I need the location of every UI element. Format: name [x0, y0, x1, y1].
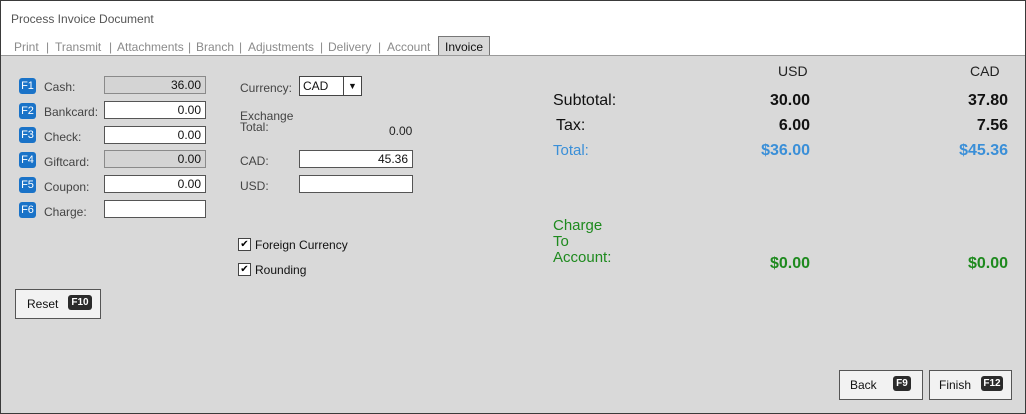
- total-cad: $45.36: [959, 142, 1008, 159]
- charge-label-line3: Account:: [553, 249, 612, 266]
- coupon-field[interactable]: 0.00: [104, 175, 206, 193]
- cad-column-header: CAD: [970, 63, 1000, 79]
- back-button[interactable]: Back F9: [839, 370, 923, 400]
- bankcard-field[interactable]: 0.00: [104, 101, 206, 119]
- usd-field[interactable]: [299, 175, 413, 193]
- fkey-badge: F2: [19, 103, 36, 119]
- title-bar: Process Invoice Document: [1, 1, 1025, 35]
- tab-separator: |: [320, 40, 324, 54]
- usd-column-header: USD: [778, 63, 808, 79]
- fkey-badge: F3: [19, 127, 36, 143]
- currency-label: Currency:: [240, 81, 293, 95]
- tab-separator: |: [46, 40, 50, 54]
- tab-transmit[interactable]: Transmit: [55, 40, 101, 54]
- exchange-label: Exchange Total:: [240, 110, 293, 134]
- giftcard-field[interactable]: 0.00: [104, 150, 206, 168]
- tax-cad: 7.56: [976, 117, 1008, 134]
- currency-select[interactable]: CAD ▼: [299, 76, 362, 96]
- cash-label: Cash:: [44, 80, 76, 94]
- fkey-badge: F4: [19, 152, 36, 168]
- rounding-label: Rounding: [255, 263, 307, 277]
- tax-label: Tax:: [556, 117, 586, 134]
- tab-branch[interactable]: Branch: [196, 40, 234, 54]
- foreign-currency-label: Foreign Currency: [255, 238, 348, 252]
- foreign-currency-checkbox[interactable]: ✔: [238, 238, 251, 251]
- back-button-label: Back: [850, 378, 877, 392]
- tab-delivery[interactable]: Delivery: [328, 40, 371, 54]
- check-field[interactable]: 0.00: [104, 126, 206, 144]
- exchange-label-line2: Total:: [240, 120, 269, 134]
- subtotal-usd: 30.00: [769, 92, 810, 109]
- tab-print[interactable]: Print: [14, 40, 39, 54]
- tab-separator: |: [239, 40, 243, 54]
- charge-usd: $0.00: [769, 255, 810, 272]
- charge-label-line2: To: [553, 233, 569, 250]
- f10-key-badge: F10: [68, 295, 92, 310]
- tab-strip: Print | Transmit | Attachments | Branch …: [1, 35, 1025, 56]
- reset-button-label: Reset: [27, 297, 59, 311]
- tab-attachments[interactable]: Attachments: [117, 40, 184, 54]
- finish-button[interactable]: Finish F12: [929, 370, 1012, 400]
- invoice-panel: F1 Cash: 36.00 F2 Bankcard: 0.00 F3 Chec…: [1, 56, 1025, 413]
- rounding-checkbox[interactable]: ✔: [238, 263, 251, 276]
- check-label: Check:: [44, 130, 82, 144]
- tab-separator: |: [188, 40, 192, 54]
- charge-to-account-label: Charge To Account:: [553, 218, 611, 266]
- dropdown-arrow-icon[interactable]: ▼: [343, 77, 361, 95]
- fkey-badge: F1: [19, 78, 36, 94]
- cad-label: CAD:: [240, 154, 269, 168]
- subtotal-cad: 37.80: [967, 92, 1008, 109]
- total-label: Total:: [553, 142, 589, 159]
- charge-label-line1: Charge: [553, 217, 603, 234]
- tab-account[interactable]: Account: [387, 40, 430, 54]
- f9-key-badge: F9: [893, 376, 911, 391]
- charge-cad: $0.00: [967, 255, 1008, 272]
- total-usd: $36.00: [761, 142, 810, 159]
- tab-separator: |: [109, 40, 113, 54]
- reset-button[interactable]: Reset F10: [15, 289, 101, 319]
- charge-label: Charge:: [44, 205, 87, 219]
- cad-field[interactable]: 45.36: [299, 150, 413, 168]
- tab-invoice[interactable]: Invoice: [438, 36, 491, 55]
- invoice-window: Process Invoice Document Print | Transmi…: [0, 0, 1026, 414]
- cash-field[interactable]: 36.00: [104, 76, 206, 94]
- charge-field[interactable]: [104, 200, 206, 218]
- giftcard-label: Giftcard:: [44, 155, 90, 169]
- subtotal-label: Subtotal:: [553, 92, 617, 109]
- window-title: Process Invoice Document: [11, 12, 154, 26]
- tab-separator: |: [378, 40, 382, 54]
- bankcard-label: Bankcard:: [44, 105, 99, 119]
- f12-key-badge: F12: [981, 376, 1003, 391]
- coupon-label: Coupon:: [44, 180, 90, 194]
- exchange-total-value: 0.00: [389, 124, 413, 138]
- tab-adjustments[interactable]: Adjustments: [248, 40, 314, 54]
- fkey-badge: F5: [19, 177, 36, 193]
- usd-label: USD:: [240, 179, 269, 193]
- fkey-badge: F6: [19, 202, 36, 218]
- finish-button-label: Finish: [939, 378, 972, 392]
- currency-selected-value: CAD: [303, 79, 329, 93]
- tax-usd: 6.00: [778, 117, 810, 134]
